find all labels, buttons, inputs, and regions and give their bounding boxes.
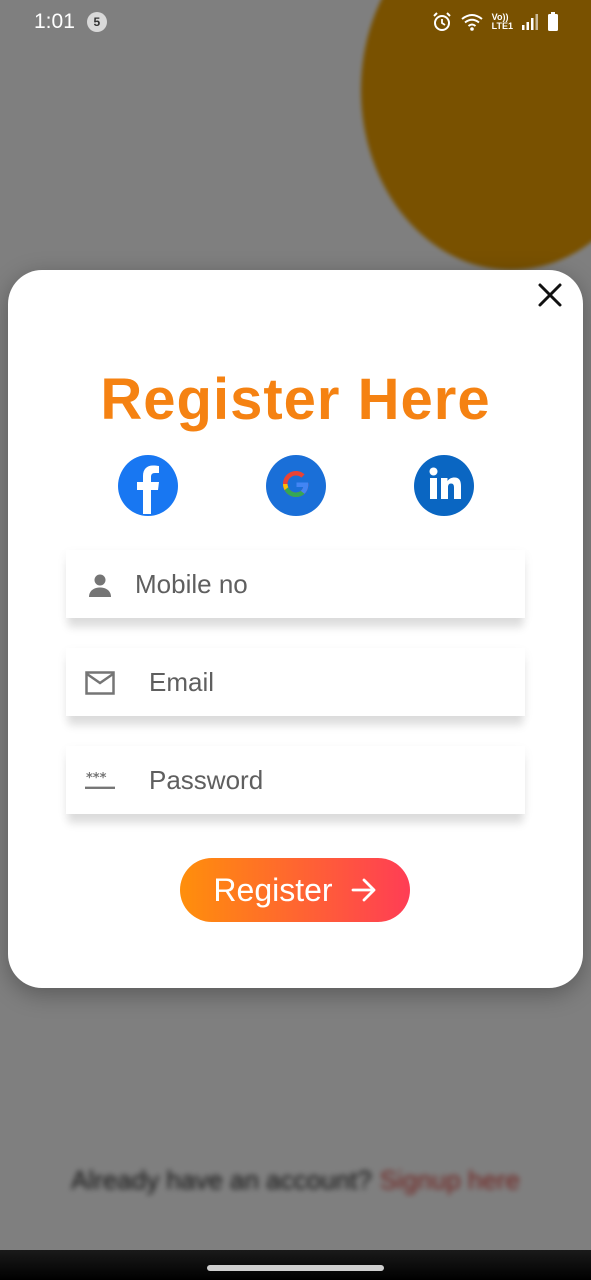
network-label-bottom: LTE1 <box>491 21 513 31</box>
mobile-field <box>66 550 525 618</box>
network-type-icon: Vo)) LTE1 <box>492 13 513 31</box>
linkedin-login-button[interactable] <box>414 454 474 519</box>
mail-icon <box>85 668 115 698</box>
close-button[interactable] <box>535 282 565 312</box>
password-field: *** <box>66 746 525 814</box>
signal-icon <box>521 13 539 31</box>
facebook-icon <box>118 454 178 519</box>
arrow-right-icon <box>351 878 377 902</box>
linkedin-icon <box>414 454 474 519</box>
status-time: 1:01 <box>34 10 75 33</box>
status-bar: 1:01 5 Vo)) LTE1 <box>0 0 591 44</box>
email-field <box>66 648 525 716</box>
google-login-button[interactable] <box>266 454 326 519</box>
mobile-input[interactable] <box>135 550 515 618</box>
screen: Already have an account?Signup here 1:01… <box>0 0 591 1280</box>
battery-icon <box>547 12 559 32</box>
social-login-row <box>8 454 583 519</box>
email-input[interactable] <box>149 648 515 716</box>
person-icon <box>85 570 115 600</box>
svg-text:***: *** <box>86 771 107 786</box>
wifi-icon <box>460 12 484 32</box>
password-icon: *** <box>85 766 115 796</box>
password-input[interactable] <box>149 746 515 814</box>
register-dialog: Register Here Mobile no Email *** Regist… <box>8 270 583 988</box>
facebook-login-button[interactable] <box>118 454 178 519</box>
dialog-title: Register Here <box>100 367 491 432</box>
alarm-icon <box>432 12 452 32</box>
notification-count-badge: 5 <box>86 12 107 32</box>
close-icon <box>537 282 563 313</box>
register-button-label: Register <box>213 871 333 908</box>
home-indicator[interactable] <box>207 1265 384 1271</box>
register-button[interactable]: Register <box>180 858 410 922</box>
google-icon <box>266 454 326 519</box>
